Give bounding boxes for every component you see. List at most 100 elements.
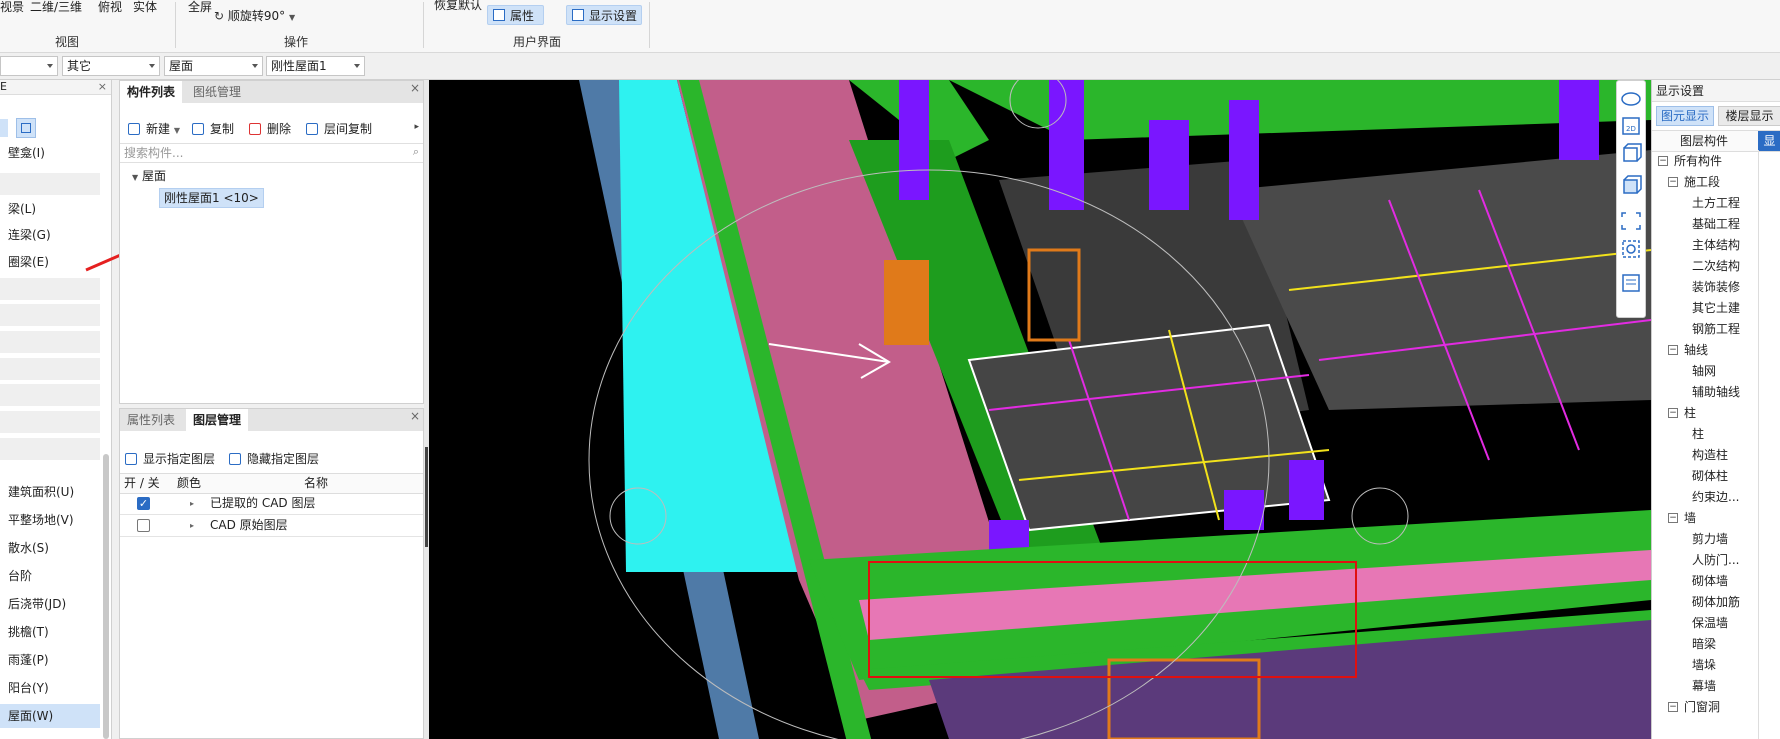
cube-icon[interactable] [1618,142,1644,164]
component-combo[interactable]: 刚性屋面1 [266,56,365,76]
view-top-button[interactable]: 俯视 [98,0,122,15]
delete-button[interactable]: 删除 [249,120,291,138]
fullscreen-button[interactable]: 全屏 [188,0,212,15]
nav-item-site-leveling[interactable]: 平整场地(V) [0,508,100,532]
nav-item-building-area[interactable]: 建筑面积(U) [0,480,100,504]
nav-item[interactable] [0,331,100,353]
view-scene-button[interactable]: 视景 [0,0,24,15]
nav-item[interactable] [0,278,100,300]
visibility-column[interactable] [1758,150,1780,739]
tree-node-rigid-roof[interactable]: 刚性屋面1 <10> [159,188,264,208]
cube-solid-icon[interactable] [1618,174,1644,196]
collapse-icon[interactable]: − [1658,156,1668,166]
tree-row[interactable]: − 墙 [1652,508,1762,528]
nav-item[interactable] [0,384,100,406]
tab-property-list[interactable]: 属性列表 [120,409,183,431]
nav-item[interactable] [0,358,100,380]
show-layer-button[interactable]: 显示指定图层 [125,450,215,468]
detail-view-icon[interactable] [16,118,36,138]
collapse-icon[interactable]: − [1668,702,1678,712]
close-icon[interactable]: × [410,81,420,95]
tree-row[interactable]: 主体结构 [1652,235,1762,255]
tree-row[interactable]: 二次结构 [1652,256,1762,276]
tree-row[interactable]: 轴网 [1652,361,1762,381]
tree-row[interactable]: 基础工程 [1652,214,1762,234]
tree-row[interactable]: 人防门... [1652,550,1762,570]
chevron-right-icon[interactable]: ▸ [190,515,194,536]
tree-row[interactable]: 装饰装修 [1652,277,1762,297]
nav-item-balcony[interactable]: 阳台(Y) [0,676,100,700]
view-solid-button[interactable]: 实体 [133,0,157,15]
tree-row[interactable]: 砌体柱 [1652,466,1762,486]
floor-combo[interactable] [0,56,58,76]
table-row[interactable]: ▸ CAD 原始图层 [120,515,423,537]
tree-node-roof[interactable]: ▼ 屋面 [132,167,166,184]
tree-row[interactable]: 土方工程 [1652,193,1762,213]
nav-scrollbar[interactable] [103,454,109,739]
chevron-right-icon[interactable]: ▸ [190,493,194,514]
tree-row[interactable]: 构造柱 [1652,445,1762,465]
search-icon[interactable]: ⌕ [413,145,419,159]
nav-item[interactable] [0,438,100,460]
tab-drawing-management[interactable]: 图纸管理 [186,81,249,103]
tree-row[interactable]: 幕墙 [1652,676,1762,696]
tree-row[interactable]: − 施工段 [1652,172,1762,192]
search-input[interactable]: 搜索构件... [124,144,183,162]
cube-settings-icon[interactable] [1618,238,1644,260]
tree-row[interactable]: 砌体墙 [1652,571,1762,591]
close-icon[interactable]: × [98,80,107,94]
nav-item-roof[interactable]: 屋面(W) [0,704,100,728]
hide-layer-button[interactable]: 隐藏指定图层 [229,450,319,468]
checkbox-unchecked[interactable] [137,519,150,532]
table-row[interactable]: ✓ ▸ 已提取的 CAD 图层 [120,493,423,515]
splitter-handle[interactable] [425,447,428,547]
nav-item[interactable] [0,304,100,326]
layer-list-icon[interactable] [1618,272,1644,294]
copy-button[interactable]: 复制 [192,120,234,138]
tree-row[interactable]: 保温墙 [1652,613,1762,633]
collapse-icon[interactable]: − [1668,177,1678,187]
new-button[interactable]: 新建 ▼ [128,120,180,140]
tab-floor-display[interactable]: 楼层显示 [1718,106,1780,126]
tree-row[interactable]: 钢筋工程 [1652,319,1762,339]
floor-copy-button[interactable]: 层间复制 [306,120,372,138]
tree-row[interactable]: 暗梁 [1652,634,1762,654]
tab-component-list[interactable]: 构件列表 [120,81,183,103]
tree-row[interactable]: − 柱 [1652,403,1762,423]
nav-item-eave[interactable]: 挑檐(T) [0,620,100,644]
nav-item-canopy[interactable]: 雨蓬(P) [0,648,100,672]
fit-icon[interactable] [1618,210,1644,232]
type-combo[interactable]: 屋面 [164,56,263,76]
nav-item-post-cast-strip[interactable]: 后浇带(JD) [0,592,100,616]
3d-viewport[interactable] [429,80,1651,739]
collapse-icon[interactable]: − [1668,408,1678,418]
2d-icon[interactable]: 2D [1618,115,1644,137]
rotate-button[interactable]: ↻ 顺旋转90° ▼ [214,7,295,24]
more-icon[interactable]: ▸ [414,122,419,132]
nav-item[interactable] [0,411,100,433]
tree-row[interactable]: − 门窗洞 [1652,697,1762,717]
tree-row[interactable]: 剪力墙 [1652,529,1762,549]
tree-row[interactable]: 其它土建 [1652,298,1762,318]
view-2d3d-button[interactable]: 二维/三维 [30,0,82,15]
search-box[interactable]: 搜索构件... ⌕ [120,143,423,163]
nav-item-niche[interactable]: 壁龛(I) [0,141,100,165]
collapse-icon[interactable]: − [1668,513,1678,523]
display-settings-button[interactable]: 显示设置 [566,5,642,25]
tab-layer-management[interactable]: 图层管理 [186,409,249,431]
tree-row[interactable]: 柱 [1652,424,1762,444]
category-combo[interactable]: 其它 [62,56,160,76]
properties-button[interactable]: 属性 [487,5,544,25]
tree-row[interactable]: − 所有构件 [1652,151,1762,171]
nav-item-steps[interactable]: 台阶 [0,564,100,588]
nav-item[interactable] [0,173,100,195]
list-view-icon[interactable] [0,119,8,137]
tree-row[interactable]: 墙垛 [1652,655,1762,675]
close-icon[interactable]: × [410,409,420,423]
collapse-icon[interactable]: − [1668,345,1678,355]
tree-row[interactable]: − 轴线 [1652,340,1762,360]
orbit-icon[interactable] [1618,88,1644,110]
tab-element-display[interactable]: 图元显示 [1656,106,1714,126]
restore-default-button[interactable]: 恢复默认 [434,0,482,13]
tree-row[interactable]: 辅助轴线 [1652,382,1762,402]
